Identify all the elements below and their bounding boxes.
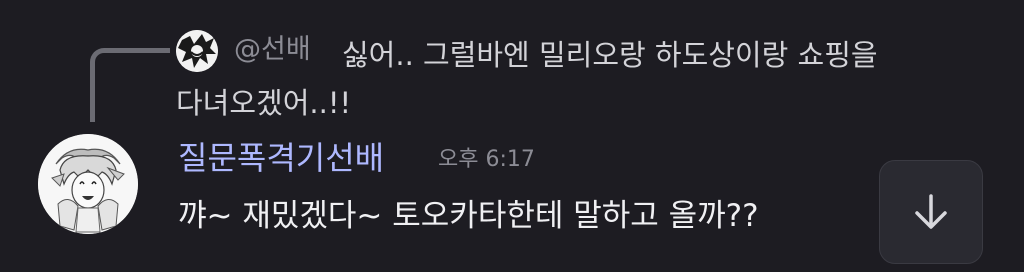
reply-avatar[interactable] [176, 30, 218, 72]
avatar-illustration-icon [38, 134, 138, 234]
reply-text[interactable]: 싫어.. 그럴바엔 밀리오랑 하도상이랑 쇼핑을 [342, 31, 982, 79]
reply-username[interactable]: @선배 [234, 31, 311, 69]
reply-text-continued[interactable]: 다녀오겠어..!! [176, 79, 351, 127]
message-timestamp: 오후 6:17 [438, 147, 535, 172]
arrow-down-icon [915, 194, 947, 229]
message-text[interactable]: 꺄~ 재밌겠다~ 토오카타한테 말하고 올까?? [178, 193, 759, 239]
message-author[interactable]: 질문폭격기선배 [178, 136, 384, 180]
reply-connector-line [90, 48, 170, 122]
avatar-illustration-icon [176, 30, 218, 72]
jump-to-latest-button[interactable] [879, 160, 983, 264]
author-avatar[interactable] [38, 134, 138, 234]
